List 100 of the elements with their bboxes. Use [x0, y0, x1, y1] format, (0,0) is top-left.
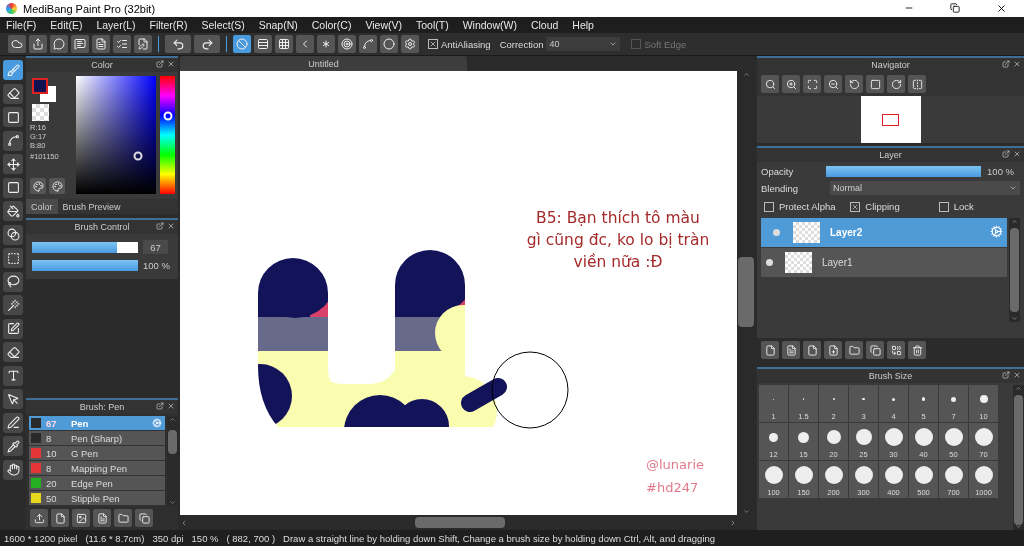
- layer-action-button[interactable]: [803, 341, 821, 359]
- scroll-left-icon[interactable]: [180, 518, 188, 527]
- transparent-swatch[interactable]: [32, 104, 49, 121]
- undo-button[interactable]: [165, 35, 191, 53]
- scrollbar[interactable]: [167, 416, 178, 506]
- palette-settings-button[interactable]: [49, 178, 65, 194]
- toolbar-button[interactable]: [71, 35, 89, 53]
- text-tool-button[interactable]: [3, 365, 23, 386]
- popout-icon[interactable]: [156, 402, 164, 410]
- snap-button[interactable]: [275, 35, 293, 53]
- popout-icon[interactable]: [156, 60, 164, 68]
- layer-action-button[interactable]: [887, 341, 905, 359]
- popout-icon[interactable]: [156, 222, 164, 230]
- brush-action-button[interactable]: [72, 509, 90, 527]
- snap-button[interactable]: [401, 35, 419, 53]
- bucket-tool-button[interactable]: [3, 201, 23, 221]
- layer-action-button[interactable]: [908, 341, 926, 359]
- close-icon[interactable]: [167, 222, 175, 230]
- navigator-button[interactable]: [845, 75, 863, 93]
- brush-opacity-slider[interactable]: [32, 260, 138, 271]
- brush-item[interactable]: 20 Edge Pen: [29, 476, 165, 491]
- menu-item[interactable]: Window(W): [462, 19, 517, 31]
- scroll-thumb[interactable]: [738, 257, 754, 327]
- brush-action-button[interactable]: [114, 509, 132, 527]
- option-checkbox[interactable]: [850, 201, 861, 212]
- layer-action-button[interactable]: [782, 341, 800, 359]
- scroll-down-icon[interactable]: [1011, 315, 1018, 322]
- visibility-icon[interactable]: [766, 259, 773, 266]
- layer-action-button[interactable]: [866, 341, 884, 359]
- navigator-button[interactable]: [803, 75, 821, 93]
- color-picker[interactable]: [76, 76, 156, 194]
- close-icon[interactable]: [1013, 150, 1021, 158]
- popout-icon[interactable]: [1002, 150, 1010, 158]
- toolbar-button[interactable]: [8, 35, 26, 53]
- toolbar-button[interactable]: [92, 35, 110, 53]
- popout-icon[interactable]: [1002, 60, 1010, 68]
- snap-button[interactable]: [359, 35, 377, 53]
- color-swatches[interactable]: [30, 76, 57, 103]
- menu-item[interactable]: Cloud: [530, 19, 559, 31]
- menu-item[interactable]: Color(C): [311, 19, 352, 31]
- scroll-thumb[interactable]: [1010, 228, 1019, 312]
- navigator-button[interactable]: [824, 75, 842, 93]
- brush-size-slider[interactable]: [32, 241, 138, 253]
- option-checkbox[interactable]: [764, 201, 774, 212]
- option-checkbox[interactable]: [938, 201, 949, 212]
- menu-item[interactable]: Tool(T): [416, 19, 449, 31]
- scroll-right-icon[interactable]: [729, 518, 737, 527]
- navigator-button[interactable]: [908, 75, 926, 93]
- redo-button[interactable]: [194, 35, 220, 53]
- menu-item[interactable]: View(V): [365, 19, 402, 31]
- layer-scrollbar[interactable]: [1009, 218, 1020, 322]
- scroll-up-icon[interactable]: [169, 416, 176, 423]
- scroll-up-icon[interactable]: [1015, 385, 1022, 392]
- canvas-horizontal-scrollbar[interactable]: [180, 515, 737, 530]
- lasso-tool-button[interactable]: [3, 271, 23, 292]
- snap-button[interactable]: [233, 35, 251, 53]
- close-icon[interactable]: [1013, 60, 1021, 68]
- layer-action-button[interactable]: [824, 341, 842, 359]
- eraser-tool-button[interactable]: [3, 83, 23, 104]
- menu-item[interactable]: Layer(L): [96, 19, 136, 31]
- menu-item[interactable]: Snap(N): [258, 19, 298, 31]
- navigator-button[interactable]: [782, 75, 800, 93]
- antialiasing-checkbox[interactable]: [428, 39, 438, 49]
- toolbar-button[interactable]: [50, 35, 68, 53]
- settings-icon[interactable]: [152, 418, 162, 428]
- scroll-up-icon[interactable]: [742, 71, 750, 78]
- palette-button[interactable]: [30, 178, 46, 194]
- toolbar-button[interactable]: [113, 35, 131, 53]
- scroll-down-icon[interactable]: [1015, 523, 1022, 530]
- brush-item[interactable]: 10 G Pen: [29, 446, 165, 461]
- correction-dropdown[interactable]: 40: [546, 37, 621, 51]
- eyedropper-tool-button[interactable]: [3, 436, 23, 456]
- brush-item[interactable]: 50 Stipple Pen: [29, 491, 165, 506]
- select-tool-button[interactable]: [3, 248, 23, 268]
- hand-tool-button[interactable]: [3, 459, 23, 480]
- snap-button[interactable]: [380, 35, 398, 53]
- snap-button[interactable]: [254, 35, 272, 53]
- menu-item[interactable]: File(F): [6, 19, 37, 31]
- brush-action-button[interactable]: [51, 509, 69, 527]
- close-icon[interactable]: [167, 60, 175, 68]
- brush-action-button[interactable]: [135, 509, 153, 527]
- brush-action-button[interactable]: [93, 509, 111, 527]
- panel-tab[interactable]: Color: [26, 199, 58, 214]
- gradient-tool-button[interactable]: [3, 224, 23, 245]
- divide-tool-button[interactable]: [3, 389, 23, 409]
- wand-tool-button[interactable]: [3, 295, 23, 315]
- popout-icon[interactable]: [1002, 371, 1010, 379]
- layer-opacity-slider[interactable]: [826, 166, 982, 177]
- menu-item[interactable]: Filter(R): [149, 19, 188, 31]
- brush-action-button[interactable]: [30, 509, 48, 527]
- close-icon[interactable]: [1013, 371, 1021, 379]
- selecteraser-tool-button[interactable]: [3, 342, 23, 362]
- toolbar-button[interactable]: [134, 35, 152, 53]
- settings-icon[interactable]: [990, 225, 1003, 238]
- dotline-tool-button[interactable]: [3, 130, 23, 151]
- scroll-thumb[interactable]: [415, 517, 505, 528]
- blending-dropdown[interactable]: Normal: [830, 181, 1020, 195]
- scroll-down-icon[interactable]: [169, 499, 176, 506]
- brush-size-scrollbar[interactable]: [1013, 385, 1024, 530]
- canvas-thumbnail[interactable]: [860, 96, 921, 143]
